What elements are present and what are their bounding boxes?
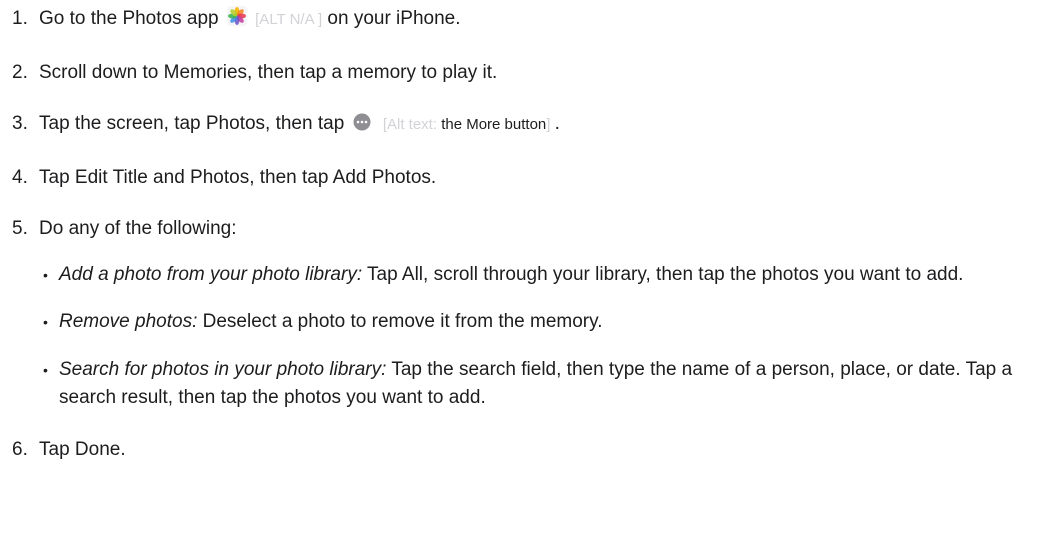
alt-text-prefix: [Alt text: xyxy=(382,116,438,133)
step-text: Tap Done. xyxy=(39,438,126,460)
alt-text-placeholder: [ALT N/A ] xyxy=(255,11,323,28)
step-number: 6. xyxy=(12,438,28,460)
step-text: Tap the screen, tap Photos, then tap [Al… xyxy=(39,110,1036,141)
option-text: Search for photos in your photo library:… xyxy=(59,356,1036,413)
step-5: 5. Do any of the following: • Add a phot… xyxy=(12,215,1036,413)
step-1-text-pre: Go to the Photos app xyxy=(39,8,219,29)
bullet-icon: • xyxy=(43,314,48,330)
option-lead: Remove photos: xyxy=(59,311,198,332)
step-1-text-post: on your iPhone. xyxy=(327,8,461,29)
step-4: 4. Tap Edit Title and Photos, then tap A… xyxy=(12,164,1036,193)
option-text: Add a photo from your photo library: Tap… xyxy=(59,261,1036,290)
step-text: Scroll down to Memories, then tap a memo… xyxy=(39,61,498,83)
step-content: Do any of the following: • Add a photo f… xyxy=(39,215,1036,413)
step-6: 6. Tap Done. xyxy=(12,436,1036,465)
step-text: Do any of the following: xyxy=(39,218,237,239)
step-text: Tap Edit Title and Photos, then tap Add … xyxy=(39,166,437,188)
step-number: 3. xyxy=(12,113,28,134)
list-item: • Add a photo from your photo library: T… xyxy=(43,261,1036,290)
bullet-icon: • xyxy=(43,361,48,378)
step-1: 1. Go to the Photos app [ALT N/A] on yo… xyxy=(12,0,1036,36)
photos-app-icon xyxy=(226,6,247,36)
step-number: 1. xyxy=(12,8,28,29)
option-detail: Deselect a photo to remove it from the m… xyxy=(202,311,603,332)
step-2: 2. Scroll down to Memories, then tap a m… xyxy=(12,59,1036,88)
alt-text-value: the More button xyxy=(441,116,547,133)
step-3-text-pre: Tap the screen, tap Photos, then tap xyxy=(39,113,345,134)
step-number: 4. xyxy=(12,166,28,188)
list-item: • Remove photos: Deselect a photo to rem… xyxy=(43,308,1036,337)
alt-text-annotation: [Alt text: the More button] xyxy=(383,116,555,133)
step-number: 2. xyxy=(12,61,28,83)
step-3: 3. Tap the screen, tap Photos, then tap … xyxy=(12,110,1036,141)
step-text: Go to the Photos app [ALT N/A] on your … xyxy=(39,5,1036,36)
more-button-icon xyxy=(353,112,371,141)
option-text: Remove photos: Deselect a photo to remov… xyxy=(59,308,1036,337)
list-item: • Search for photos in your photo librar… xyxy=(43,356,1036,413)
option-lead: Add a photo from your photo library: xyxy=(59,263,363,285)
step-number: 5. xyxy=(12,218,28,239)
option-lead: Search for photos in your photo library: xyxy=(59,358,387,380)
steps-list: 1. Go to the Photos app [ALT N/A] on yo… xyxy=(12,0,1036,464)
bullet-icon: • xyxy=(43,266,48,283)
options-list: • Add a photo from your photo library: T… xyxy=(43,261,1036,413)
option-detail: Tap All, scroll through your library, th… xyxy=(367,263,964,285)
instructions-document: 1. Go to the Photos app [ALT N/A] on yo… xyxy=(0,0,1048,550)
alt-text-suffix: ] xyxy=(546,116,551,133)
step-3-text-post: . xyxy=(554,113,560,134)
